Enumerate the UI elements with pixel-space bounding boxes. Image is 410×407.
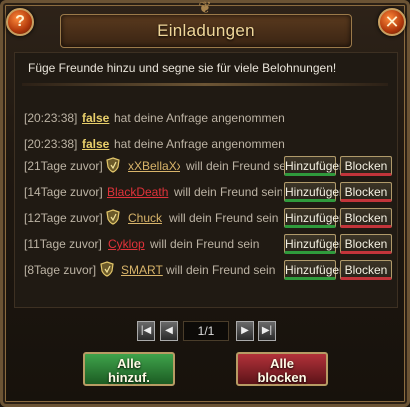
player-name-link[interactable]: xXBellaXx — [128, 159, 180, 173]
first-page-button[interactable]: |◀ — [137, 321, 155, 341]
block-button[interactable]: Blocken — [340, 260, 392, 280]
add-all-label-2: hinzuf. — [108, 370, 150, 385]
timestamp: [14Tage zuvor] — [24, 185, 103, 199]
add-friend-button[interactable]: Hinzufügen — [284, 234, 346, 254]
window-title: Einladungen — [157, 21, 255, 40]
block-button[interactable]: Blocken — [340, 182, 392, 202]
add-friend-button[interactable]: Hinzufügen — [284, 208, 346, 228]
player-name-link[interactable]: false — [82, 111, 109, 125]
help-button[interactable]: ? — [6, 8, 34, 36]
divider — [22, 83, 388, 86]
player-name-link[interactable]: SMART — [121, 263, 163, 277]
row-message: will dein Freund sein — [169, 211, 279, 225]
shield-icon — [100, 261, 114, 277]
last-page-button[interactable]: ▶| — [258, 321, 276, 341]
headline-text: Füge Freunde hinzu und segne sie für vie… — [28, 61, 337, 75]
title-bar: Einladungen — [60, 14, 352, 48]
list-item: [11Tage zuvor] Cyklop will dein Freund s… — [24, 233, 394, 255]
timestamp: [21Tage zuvor] — [24, 159, 103, 173]
list-item: [14Tage zuvor] BlackDeath will dein Freu… — [24, 181, 394, 203]
row-message: will dein Freund sein — [186, 159, 296, 173]
player-name-link[interactable]: false — [82, 137, 109, 151]
add-all-button[interactable]: Alle hinzuf. — [83, 352, 175, 386]
timestamp: [20:23:38] — [24, 137, 78, 151]
shield-icon — [106, 209, 120, 225]
page-indicator: 1/1 — [183, 321, 229, 341]
add-friend-button[interactable]: Hinzufügen — [284, 182, 346, 202]
list-item: [21Tage zuvor] xXBellaXx will dein Freun… — [24, 155, 394, 177]
block-button[interactable]: Blocken — [340, 208, 392, 228]
block-all-label-1: Alle — [270, 356, 294, 371]
timestamp: [12Tage zuvor] — [24, 211, 103, 225]
row-message: will dein Freund sein — [166, 263, 276, 277]
list-item: [20:23:38] false hat deine Anfrage angen… — [24, 133, 394, 155]
timestamp: [11Tage zuvor] — [24, 237, 102, 251]
shield-icon — [106, 157, 120, 173]
next-page-button[interactable]: ▶ — [236, 321, 254, 341]
prev-page-button[interactable]: ◀ — [160, 321, 178, 341]
block-button[interactable]: Blocken — [340, 234, 392, 254]
list-item: [20:23:38] false hat deine Anfrage angen… — [24, 107, 394, 129]
add-all-label-1: Alle — [117, 356, 141, 371]
player-name-link[interactable]: Chuck — [128, 211, 162, 225]
add-friend-button[interactable]: Hinzufügen — [284, 156, 346, 176]
row-message: will dein Freund sein — [174, 185, 282, 199]
list-item: [12Tage zuvor] Chuck will dein Freund se… — [24, 207, 394, 229]
player-name-link[interactable]: BlackDeath — [107, 185, 168, 199]
row-message: hat deine Anfrage angenommen — [114, 111, 285, 125]
list-item: [8Tage zuvor] SMART will dein Freund sei… — [24, 259, 394, 281]
close-button[interactable]: ✕ — [378, 8, 406, 36]
timestamp: [20:23:38] — [24, 111, 78, 125]
block-all-label-2: blocken — [257, 370, 307, 385]
row-message: will dein Freund sein — [150, 237, 260, 251]
player-name-link[interactable]: Cyklop — [108, 237, 145, 251]
add-friend-button[interactable]: Hinzufügen — [284, 260, 346, 280]
block-all-button[interactable]: Alle blocken — [236, 352, 328, 386]
block-button[interactable]: Blocken — [340, 156, 392, 176]
timestamp: [8Tage zuvor] — [24, 263, 97, 277]
row-message: hat deine Anfrage angenommen — [114, 137, 285, 151]
